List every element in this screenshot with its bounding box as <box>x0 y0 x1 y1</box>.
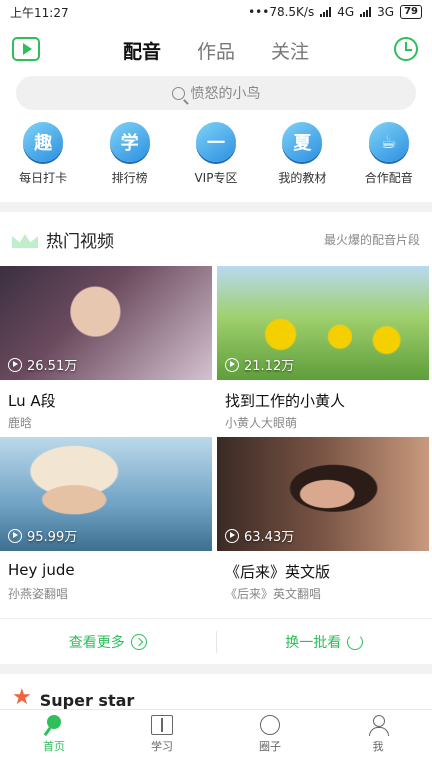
play-count-value: 26.51万 <box>27 359 78 374</box>
leaderboard-icon: 学 <box>109 122 150 162</box>
video-card[interactable]: 26.51万 Lu A段 鹿晗 <box>0 266 212 442</box>
video-grid: 26.51万 Lu A段 鹿晗 21.12万 找到工作的小黄人 小黄人大眼萌 9… <box>0 266 432 618</box>
top-header: 配音 作品 关注 <box>0 24 432 76</box>
history-clock-icon[interactable] <box>394 37 418 61</box>
video-subtitle: 小黄人大眼萌 <box>225 416 298 430</box>
play-icon <box>225 528 239 543</box>
play-count-value: 63.43万 <box>244 530 295 545</box>
quick-menu-daily-checkin[interactable]: 趣 每日打卡 <box>8 122 78 202</box>
hot-videos-header: 热门视频 最火爆的配音片段 <box>0 212 432 266</box>
video-thumbnail: 21.12万 <box>217 266 429 380</box>
tab-following[interactable]: 关注 <box>271 37 309 64</box>
net-type-1: 4G <box>337 5 355 19</box>
play-icon <box>225 357 239 372</box>
search-placeholder: 愤怒的小鸟 <box>190 86 261 102</box>
nav-label: 我 <box>372 740 384 753</box>
signal-icon-2 <box>360 7 372 17</box>
refresh-batch-button[interactable]: 换一批看 <box>217 632 432 652</box>
section-subtitle: 最火爆的配音片段 <box>323 232 420 247</box>
quick-menu-label: VIP专区 <box>194 171 238 185</box>
search-input[interactable]: 愤怒的小鸟 <box>16 76 416 110</box>
daily-checkin-icon: 趣 <box>23 122 64 162</box>
video-actions: 查看更多 换一批看 <box>0 618 432 664</box>
video-thumbnail: 95.99万 <box>0 437 212 551</box>
quick-menu-label: 我的教材 <box>278 171 327 185</box>
refresh-label: 换一批看 <box>285 634 342 651</box>
video-card[interactable]: 63.43万 《后来》英文版 《后来》英文翻唱 <box>217 437 429 613</box>
video-thumbnail: 63.43万 <box>217 437 429 551</box>
video-subtitle: 鹿晗 <box>8 416 33 430</box>
nav-circle[interactable]: 圈子 <box>216 710 324 759</box>
star-icon: ★ <box>12 685 32 710</box>
network-speed: •••78.5K/s <box>248 5 315 19</box>
vip-icon: 一 <box>195 122 236 162</box>
nav-label: 圈子 <box>259 740 281 753</box>
video-card[interactable]: 21.12万 找到工作的小黄人 小黄人大眼萌 <box>217 266 429 442</box>
circle-icon <box>260 715 280 735</box>
status-time: 上午11:27 <box>10 5 69 20</box>
quick-menu-my-textbook[interactable]: 夏 我的教材 <box>267 122 337 202</box>
play-count: 63.43万 <box>225 526 294 545</box>
nav-home[interactable]: 首页 <box>0 710 108 759</box>
play-count: 21.12万 <box>225 355 294 374</box>
textbook-icon: 夏 <box>282 122 323 162</box>
quick-menu: 趣 每日打卡 学 排行榜 一 VIP专区 夏 我的教材 ☕ 合作配音 <box>0 118 432 202</box>
play-count-value: 95.99万 <box>27 530 78 545</box>
video-card[interactable]: 95.99万 Hey jude 孙燕姿翻唱 <box>0 437 212 613</box>
nav-label: 学习 <box>151 740 173 753</box>
video-title: Lu A段 <box>8 392 56 410</box>
user-icon <box>367 715 389 736</box>
status-indicators: •••78.5K/s 4G 3G 79 <box>248 5 422 19</box>
video-title: 《后来》英文版 <box>225 563 331 581</box>
play-icon <box>8 528 22 543</box>
search-icon <box>171 86 185 100</box>
signal-icon <box>320 7 332 17</box>
quick-menu-label: 合作配音 <box>364 171 413 185</box>
view-more-label: 查看更多 <box>68 634 125 651</box>
video-play-icon[interactable] <box>12 37 40 61</box>
main-tabs: 配音 作品 关注 <box>123 37 309 64</box>
crown-icon <box>12 230 38 248</box>
quick-menu-label: 每日打卡 <box>19 171 68 185</box>
search-area: 愤怒的小鸟 <box>0 76 432 118</box>
section-title: Super star <box>39 691 135 710</box>
chevron-right-icon <box>130 633 147 650</box>
status-bar: 上午11:27 •••78.5K/s 4G 3G 79 <box>0 0 432 24</box>
tab-works[interactable]: 作品 <box>197 37 235 64</box>
quick-menu-co-dubbing[interactable]: ☕ 合作配音 <box>354 122 424 202</box>
video-title: Hey jude <box>8 561 75 579</box>
quick-menu-vip[interactable]: 一 VIP专区 <box>181 122 251 202</box>
quick-menu-label: 排行榜 <box>111 171 148 185</box>
superstar-header: ★ Super star <box>0 674 432 714</box>
section-title: 热门视频 <box>46 231 114 252</box>
video-subtitle: 孙燕姿翻唱 <box>8 587 69 601</box>
tab-dubbing[interactable]: 配音 <box>123 37 161 64</box>
microphone-icon <box>43 715 65 735</box>
refresh-icon <box>347 633 364 650</box>
battery-icon: 79 <box>400 5 422 19</box>
cup-icon: ☕ <box>368 122 409 162</box>
bottom-nav: 首页 学习 圈子 我 <box>0 709 432 759</box>
play-icon <box>8 357 22 372</box>
nav-label: 首页 <box>43 740 65 753</box>
book-icon <box>151 715 173 735</box>
nav-study[interactable]: 学习 <box>108 710 216 759</box>
play-count-value: 21.12万 <box>244 359 295 374</box>
quick-menu-leaderboard[interactable]: 学 排行榜 <box>95 122 165 202</box>
nav-me[interactable]: 我 <box>324 710 432 759</box>
view-more-button[interactable]: 查看更多 <box>0 632 216 652</box>
play-count: 26.51万 <box>8 355 77 374</box>
net-type-2: 3G <box>377 5 395 19</box>
video-thumbnail: 26.51万 <box>0 266 212 380</box>
video-title: 找到工作的小黄人 <box>225 392 346 410</box>
video-subtitle: 《后来》英文翻唱 <box>225 587 322 601</box>
play-count: 95.99万 <box>8 526 77 545</box>
